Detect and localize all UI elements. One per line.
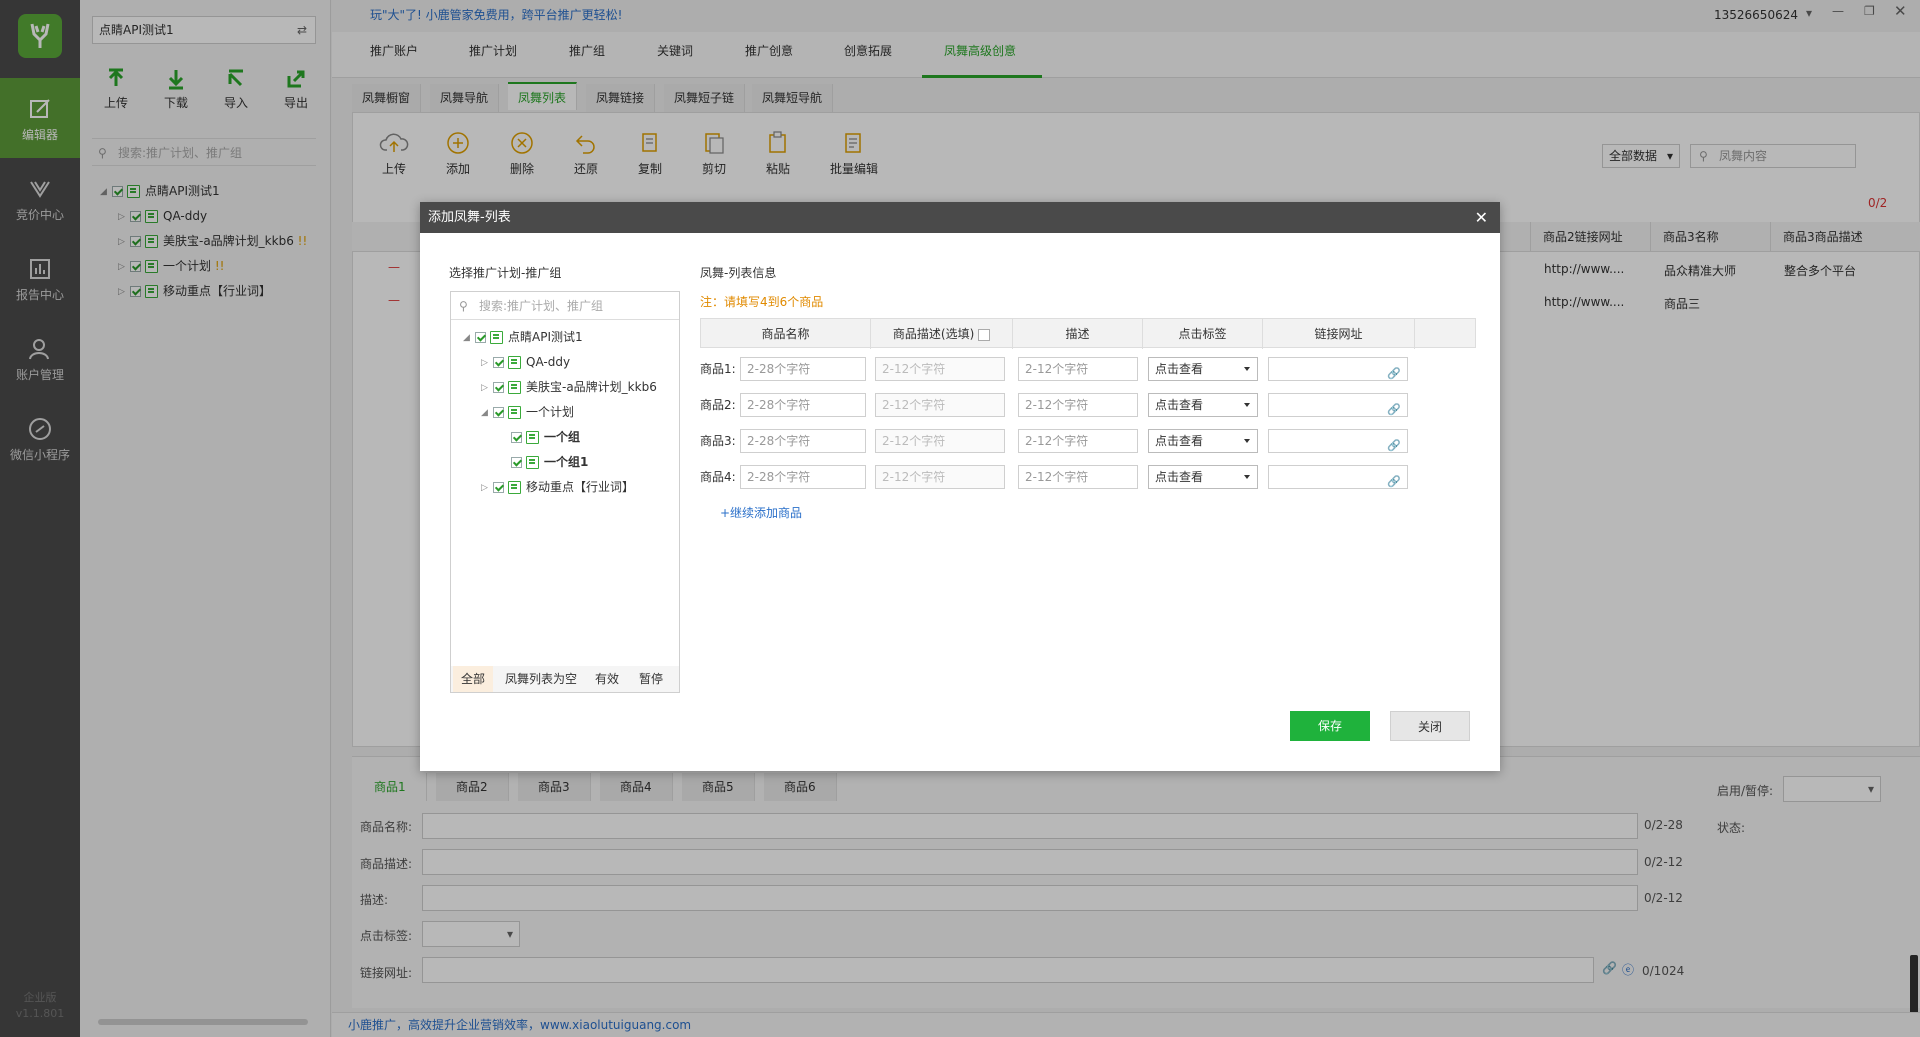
dialog-tree-item[interactable]: 一个组1 [511,452,588,472]
filter-tab-all[interactable]: 全部 [453,666,494,692]
click-tag-dropdown[interactable]: 点击查看 [1148,393,1258,417]
click-tag-dropdown[interactable]: 点击查看 [1148,357,1258,381]
item-name-input[interactable]: 2-28个字符 [740,429,866,453]
row-label: 商品1: [700,362,736,376]
tree-label: 点睛API测试1 [508,330,583,344]
search-icon: ⚲ [459,299,468,313]
col-item-desc-label: 商品描述(选填) [892,327,975,341]
item-name-input[interactable]: 2-28个字符 [740,465,866,489]
dialog-search-placeholder: 搜索:推广计划、推广组 [479,299,604,313]
item-desc-input[interactable]: 2-12个字符 [875,357,1005,381]
fill-note: 注：请填写4到6个商品 [700,295,824,309]
tree-label: 一个组1 [544,455,589,469]
plan-icon [508,406,521,419]
dialog-search-input[interactable]: ⚲ 搜索:推广计划、推广组 [451,292,679,320]
link-url-input[interactable]: 🔗 [1268,465,1408,489]
link-url-input[interactable]: 🔗 [1268,357,1408,381]
plan-tree-box: ⚲ 搜索:推广计划、推广组 ◢ 点睛API测试1 ▷ QA-ddy ▷ 美肤宝-a品牌… [450,291,680,693]
click-tag-dropdown[interactable]: 点击查看 [1148,465,1258,489]
plan-icon [508,481,521,494]
item-row: 商品2: 2-28个字符 2-12个字符 2-12个字符 点击查看 🔗 [700,392,1480,418]
checkbox[interactable] [493,382,504,393]
group-icon [526,456,539,469]
add-more-items-link[interactable]: +继续添加商品 [720,504,802,521]
dialog-tree-item[interactable]: ▷ QA-ddy [481,352,570,372]
checkbox[interactable] [493,482,504,493]
link-url-input[interactable]: 🔗 [1268,393,1408,417]
dialog-tree-item[interactable]: ◢ 一个计划 [481,402,574,422]
plan-icon [508,381,521,394]
tree-label: 移动重点【行业词】 [526,480,635,494]
dialog-tree-item[interactable]: ▷ 美肤宝-a品牌计划_kkb6 [481,377,657,397]
save-button[interactable]: 保存 [1290,711,1370,741]
expand-icon[interactable]: ◢ [481,403,493,423]
tree-filter-tabs: 全部 凤舞列表为空 有效 暂停 [451,666,679,692]
dialog-tree-item[interactable]: ▷ 移动重点【行业词】 [481,477,634,497]
filter-tab-empty-list[interactable]: 凤舞列表为空 [497,666,585,692]
filter-tab-paused[interactable]: 暂停 [631,666,671,692]
tree-label: QA-ddy [526,355,571,369]
expand-icon[interactable]: ◢ [463,328,475,348]
click-tag-dropdown[interactable]: 点击查看 [1148,429,1258,453]
checkbox[interactable] [493,357,504,368]
col-click-tag: 点击标签 [1143,319,1263,349]
item-desc-input[interactable]: 2-12个字符 [875,429,1005,453]
collapse-icon[interactable]: ▷ [481,378,493,398]
tree-label: 一个计划 [526,405,575,419]
tree-label: 美肤宝-a品牌计划_kkb6 [526,380,657,394]
filter-tab-active[interactable]: 有效 [587,666,627,692]
plan-icon [508,356,521,369]
checkbox[interactable] [493,407,504,418]
item-row: 商品3: 2-28个字符 2-12个字符 2-12个字符 点击查看 🔗 [700,428,1480,454]
col-item-desc: 商品描述(选填) [871,319,1013,349]
item-row: 商品1: 2-28个字符 2-12个字符 2-12个字符 点击查看 🔗 [700,356,1480,382]
row-label: 商品2: [700,398,736,412]
item-desc-input[interactable]: 2-12个字符 [875,393,1005,417]
link-icon[interactable]: 🔗 [1387,435,1401,452]
checkbox[interactable] [475,332,486,343]
items-table-header: 商品名称 商品描述(选填) 描述 点击标签 链接网址 [700,318,1476,349]
dialog-close-icon[interactable]: ✕ [1475,202,1488,233]
col-item-name: 商品名称 [701,319,871,349]
item-row: 商品4: 2-28个字符 2-12个字符 2-12个字符 点击查看 🔗 [700,464,1480,490]
group-icon [526,431,539,444]
link-icon[interactable]: 🔗 [1387,471,1401,488]
tree-label: 一个组 [544,430,581,444]
link-icon[interactable]: 🔗 [1387,363,1401,380]
dialog-title: 添加凤舞-列表 [428,210,511,225]
item-name-input[interactable]: 2-28个字符 [740,393,866,417]
description-input[interactable]: 2-12个字符 [1018,393,1138,417]
col-link-url: 链接网址 [1263,319,1415,349]
row-label: 商品3: [700,434,736,448]
row-label: 商品4: [700,470,736,484]
checkbox[interactable] [511,457,522,468]
col-description: 描述 [1013,319,1143,349]
collapse-icon[interactable]: ▷ [481,478,493,498]
item-desc-input[interactable]: 2-12个字符 [875,465,1005,489]
dialog-tree-item[interactable]: ◢ 点睛API测试1 [463,327,583,347]
right-section-title: 凤舞-列表信息 [700,266,777,280]
dialog-title-bar: 添加凤舞-列表 ✕ [420,202,1500,233]
add-list-dialog: 添加凤舞-列表 ✕ 选择推广计划-推广组 ⚲ 搜索:推广计划、推广组 ◢ 点睛AP… [420,202,1500,771]
description-input[interactable]: 2-12个字符 [1018,429,1138,453]
description-input[interactable]: 2-12个字符 [1018,357,1138,381]
link-icon[interactable]: 🔗 [1387,399,1401,416]
checkbox[interactable] [511,432,522,443]
collapse-icon[interactable]: ▷ [481,353,493,373]
close-button[interactable]: 关闭 [1390,711,1470,741]
account-icon [490,331,503,344]
description-input[interactable]: 2-12个字符 [1018,465,1138,489]
optional-checkbox[interactable] [978,328,991,341]
left-section-title: 选择推广计划-推广组 [449,266,562,280]
dialog-tree-item[interactable]: 一个组 [511,427,580,447]
item-name-input[interactable]: 2-28个字符 [740,357,866,381]
link-url-input[interactable]: 🔗 [1268,429,1408,453]
